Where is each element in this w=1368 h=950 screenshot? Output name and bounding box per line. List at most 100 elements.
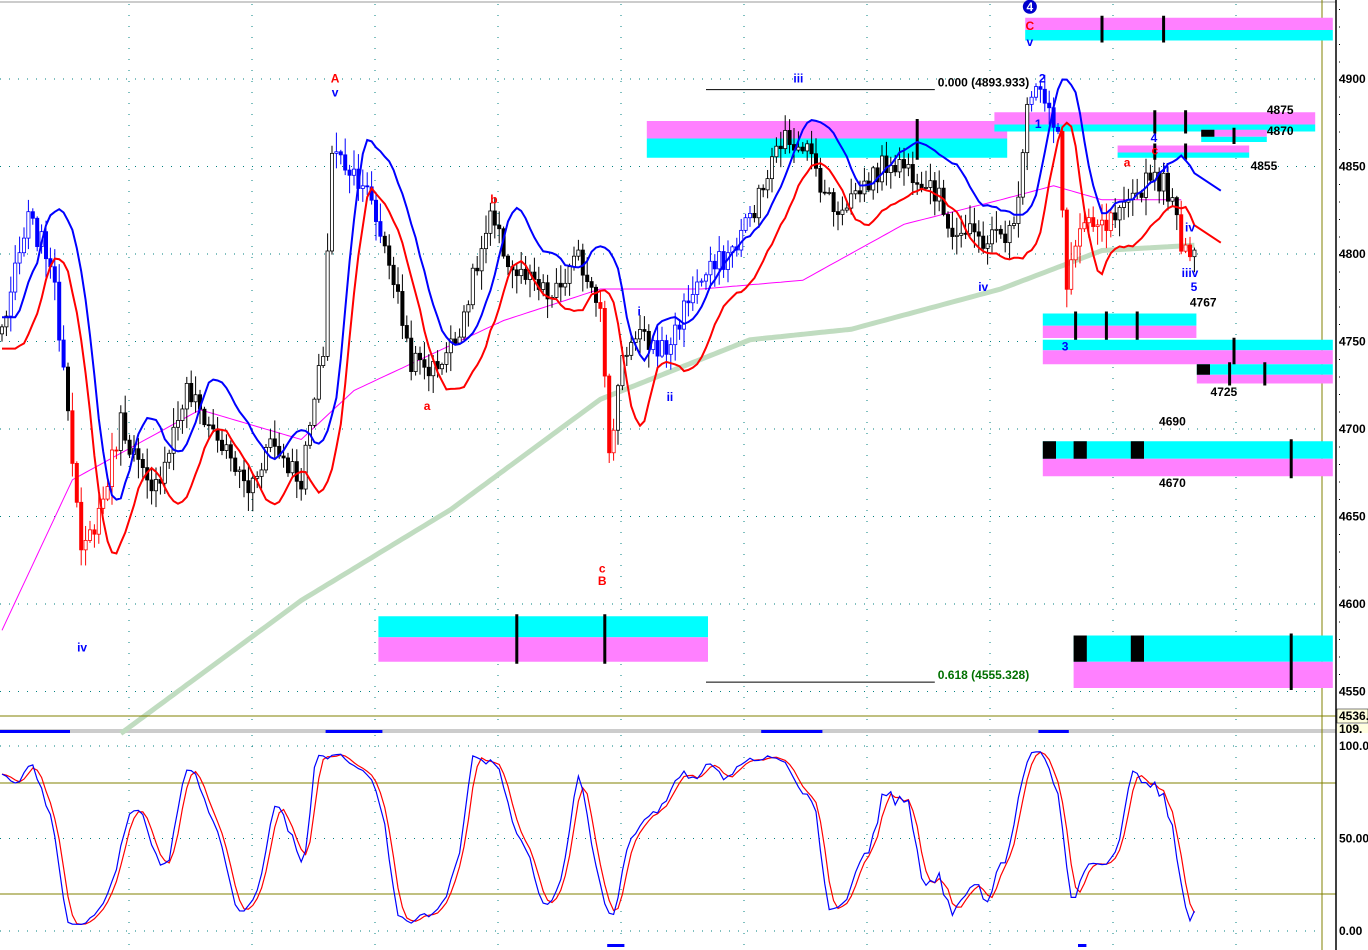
candle bbox=[378, 203, 383, 244]
candle bbox=[193, 376, 198, 413]
candle bbox=[52, 249, 57, 301]
signal-marker bbox=[1078, 944, 1087, 947]
candle bbox=[470, 263, 475, 310]
candle bbox=[616, 383, 621, 445]
candle-body bbox=[576, 249, 581, 257]
candle bbox=[1117, 205, 1122, 237]
candle-body bbox=[1060, 131, 1065, 211]
zone-band bbox=[1042, 325, 1197, 338]
candle bbox=[250, 473, 255, 512]
candle bbox=[8, 276, 13, 332]
candle bbox=[668, 337, 673, 370]
candle-body bbox=[572, 255, 577, 268]
wave-label: iv bbox=[978, 280, 988, 294]
wave-label: ii bbox=[1162, 161, 1169, 175]
candle-body bbox=[1166, 172, 1171, 202]
candle-body bbox=[1188, 244, 1193, 258]
candle-body bbox=[149, 479, 154, 492]
candle bbox=[167, 449, 172, 469]
candle-body bbox=[629, 342, 634, 356]
candle-body bbox=[1100, 219, 1105, 226]
candle bbox=[259, 462, 264, 489]
level-label: 4725 bbox=[1211, 385, 1238, 399]
candle-body bbox=[325, 250, 330, 357]
candle bbox=[607, 373, 612, 463]
candle-body bbox=[233, 457, 238, 472]
zone-block bbox=[1042, 441, 1056, 459]
candle-body bbox=[717, 251, 722, 270]
candle-body bbox=[990, 229, 995, 245]
candle bbox=[699, 278, 704, 287]
wave-label: v bbox=[1026, 35, 1033, 49]
last-price-label: 4536. bbox=[1339, 709, 1368, 723]
candle bbox=[189, 370, 194, 408]
candle-body bbox=[1073, 245, 1078, 261]
candle bbox=[149, 466, 154, 505]
candle-body bbox=[281, 455, 286, 459]
candle bbox=[224, 434, 229, 459]
candle bbox=[981, 221, 986, 254]
axis-minor-tick bbox=[1339, 236, 1340, 238]
candle-body bbox=[1064, 209, 1069, 290]
candle-body bbox=[272, 438, 277, 447]
candle-body bbox=[1029, 96, 1034, 105]
zone-block bbox=[1130, 635, 1144, 662]
axis-minor-tick bbox=[1339, 149, 1340, 150]
candle bbox=[4, 310, 9, 337]
candle-body bbox=[910, 164, 915, 184]
axis-minor-tick bbox=[1339, 26, 1340, 28]
candle bbox=[219, 428, 224, 456]
candle-body bbox=[136, 448, 141, 460]
zone-band bbox=[1025, 30, 1333, 41]
candle-body bbox=[818, 167, 823, 193]
candle-body bbox=[52, 266, 57, 283]
candle-body bbox=[1117, 207, 1122, 221]
axis-minor-tick bbox=[1339, 96, 1340, 98]
candle bbox=[743, 213, 748, 233]
candle-body bbox=[787, 130, 792, 145]
candle-body bbox=[695, 281, 700, 295]
candle bbox=[611, 418, 616, 461]
axis-minor-tick bbox=[1339, 184, 1340, 185]
axis-minor-tick bbox=[1339, 551, 1340, 553]
candle bbox=[321, 346, 326, 368]
candle bbox=[57, 264, 62, 352]
candle bbox=[351, 150, 356, 186]
candle bbox=[968, 205, 973, 238]
candle-body bbox=[1183, 244, 1188, 252]
candle bbox=[1152, 154, 1157, 191]
candle-body bbox=[246, 480, 251, 494]
candle-body bbox=[167, 452, 172, 463]
candle-body bbox=[466, 304, 471, 313]
candle-body bbox=[664, 340, 669, 355]
candle-body bbox=[189, 382, 194, 403]
candle bbox=[439, 362, 444, 375]
candle bbox=[638, 314, 643, 356]
candle-body bbox=[184, 382, 189, 410]
candle-body bbox=[919, 183, 924, 189]
candle-body bbox=[26, 211, 31, 239]
candle-body bbox=[915, 182, 920, 185]
candle bbox=[998, 225, 1003, 239]
candle-body bbox=[224, 444, 229, 451]
candle-body bbox=[998, 228, 1003, 235]
candle-body bbox=[329, 152, 334, 252]
candle-body bbox=[457, 336, 462, 344]
candle bbox=[655, 325, 660, 368]
candle bbox=[1064, 207, 1069, 308]
candle-body bbox=[642, 329, 647, 332]
axis-tick-label: 4800 bbox=[1339, 247, 1366, 261]
level-label: 4767 bbox=[1190, 296, 1217, 310]
candle bbox=[483, 215, 488, 264]
candle bbox=[334, 132, 339, 169]
candle-body bbox=[690, 294, 695, 304]
axis-minor-tick bbox=[1339, 61, 1340, 63]
candle-body bbox=[1003, 233, 1008, 244]
candle bbox=[937, 170, 942, 212]
candle-body bbox=[497, 224, 502, 230]
candle-body bbox=[66, 366, 71, 412]
candle-body bbox=[1161, 172, 1166, 192]
axis-minor-tick bbox=[1339, 464, 1340, 465]
candle bbox=[704, 272, 709, 291]
candle-body bbox=[611, 429, 616, 454]
